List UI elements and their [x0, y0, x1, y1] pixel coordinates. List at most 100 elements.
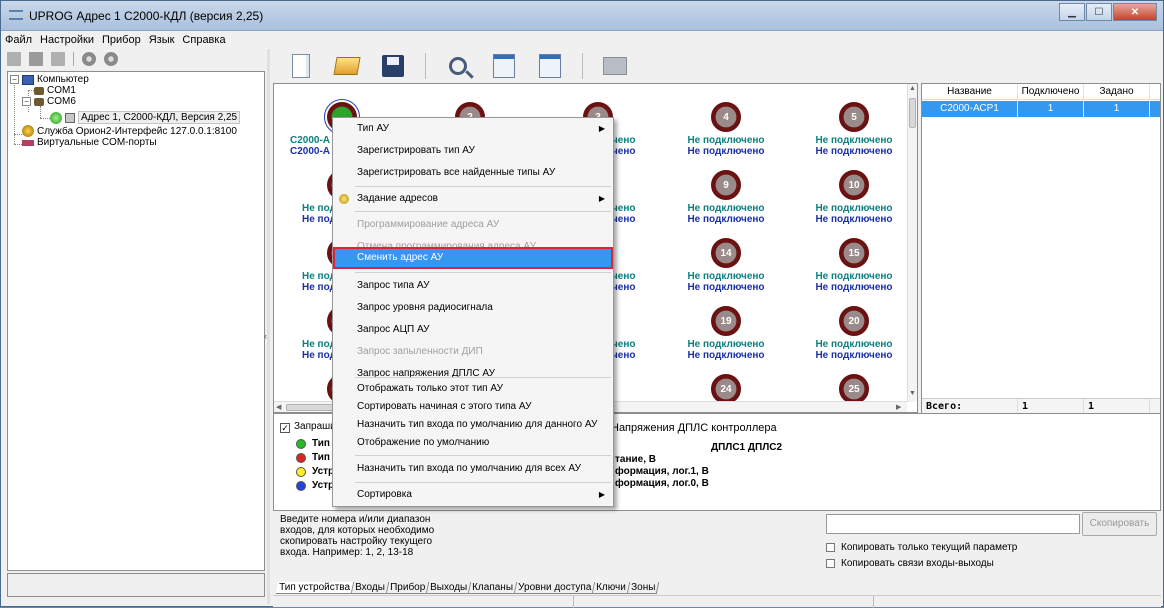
toolbar-separator: [73, 52, 74, 66]
menu-bar: Файл Настройки Прибор Язык Справка: [1, 31, 1163, 48]
save-button[interactable]: [379, 52, 407, 80]
tab-device[interactable]: Прибор: [386, 582, 430, 594]
device-online-icon: [50, 111, 62, 124]
app-icon: [9, 10, 23, 20]
open-button[interactable]: [333, 52, 361, 80]
table-total-row: Всего: 1 1: [922, 398, 1160, 413]
device-9[interactable]: 9 Не подключено Не подключено: [666, 170, 786, 225]
menu-item-sorting[interactable]: Сортировка ▶: [333, 484, 613, 506]
device-24[interactable]: 24: [666, 374, 786, 404]
tree-item-virtual-ports[interactable]: Виртуальные COM-порты: [22, 137, 157, 148]
tab-keys[interactable]: Ключи: [593, 582, 631, 594]
request-checkbox[interactable]: ✓: [280, 423, 290, 433]
device-20[interactable]: 20 Не подключено Не подключено: [794, 306, 914, 361]
menu-settings[interactable]: Настройки: [40, 34, 94, 46]
tree-item-computer[interactable]: − Компьютер: [10, 74, 89, 85]
splitter-arrow-icon[interactable]: ‹: [264, 331, 267, 341]
voltage-title: Напряжения ДПЛС контроллера: [611, 422, 777, 434]
context-menu: Тип АУ ▶ Зарегистрировать тип АУ Зарегист…: [332, 117, 614, 507]
scroll-down-icon[interactable]: ▼: [909, 390, 916, 397]
tab-access-levels[interactable]: Уровни доступа: [514, 582, 596, 594]
key-icon: [339, 194, 349, 204]
computer-icon: [22, 74, 34, 85]
menu-item-request-type[interactable]: Запрос типа АУ: [333, 275, 613, 297]
collapse-icon[interactable]: −: [10, 75, 19, 84]
gear-settings-icon[interactable]: [104, 52, 118, 66]
tree-item-device-1[interactable]: Адрес 1, С2000-КДЛ, Версия 2,25: [50, 111, 241, 124]
collapse-icon[interactable]: −: [22, 97, 31, 106]
column-name[interactable]: Название: [922, 84, 1018, 99]
virtual-port-icon: [22, 139, 34, 146]
vertical-scrollbar[interactable]: ▲ ▼: [907, 84, 917, 402]
main-toolbar: [273, 49, 1161, 83]
device-icon: [65, 112, 75, 123]
scroll-left-icon[interactable]: ◀: [276, 403, 281, 411]
red-dot-icon: [296, 452, 306, 463]
tree-item-com1[interactable]: COM1: [34, 85, 76, 96]
new-button[interactable]: [287, 52, 315, 80]
device-10[interactable]: 10 Не подключено Не подключено: [794, 170, 914, 225]
disconnect-icon[interactable]: [29, 52, 43, 66]
scroll-thumb[interactable]: [909, 98, 916, 128]
tab-zones[interactable]: Зоны: [627, 582, 660, 594]
menu-item-change-address[interactable]: Сменить адрес АУ: [333, 247, 613, 269]
menu-item-register-all-types[interactable]: Зарегистрировать все найденные типы АУ: [333, 162, 613, 184]
column-connected[interactable]: Подключено: [1018, 84, 1084, 99]
search-button[interactable]: [444, 52, 472, 80]
refresh-icon[interactable]: [51, 52, 65, 66]
gear-icon[interactable]: [82, 52, 96, 66]
tab-device-type[interactable]: Тип устройства: [275, 582, 355, 594]
menu-item-request-radio-level[interactable]: Запрос уровня радиосигнала: [333, 297, 613, 319]
tab-valves[interactable]: Клапаны: [468, 582, 518, 594]
tree-item-com6[interactable]: − COM6: [22, 96, 76, 107]
close-button[interactable]: ✕: [1113, 3, 1157, 21]
device-25[interactable]: 25: [794, 374, 914, 404]
maximize-button[interactable]: ☐: [1086, 3, 1112, 21]
device-19[interactable]: 19 Не подключено Не подключено: [666, 306, 786, 361]
blue-dot-icon: [296, 480, 306, 491]
menu-item-set-addresses[interactable]: Задание адресов ▶: [333, 188, 613, 210]
left-status-panel: [7, 573, 265, 597]
menu-device[interactable]: Прибор: [102, 34, 141, 46]
device-button[interactable]: [601, 52, 629, 80]
menu-item-default-input-type-all[interactable]: Назначить тип входа по умолчанию для все…: [333, 458, 613, 480]
voltage-columns: ДПЛС1 ДПЛС2: [711, 442, 783, 453]
table-header: Название Подключено Задано: [922, 84, 1160, 100]
menu-item-default-display[interactable]: Отображение по умолчанию: [333, 432, 613, 454]
scroll-up-icon[interactable]: ▲: [909, 85, 916, 92]
write-config-button[interactable]: [536, 52, 564, 80]
device-15[interactable]: 15 Не подключено Не подключено: [794, 238, 914, 293]
menu-help[interactable]: Справка: [182, 34, 225, 46]
device-4[interactable]: 4 Не подключено Не подключено: [666, 102, 786, 157]
copy-button[interactable]: Скопировать: [1082, 512, 1157, 536]
menu-item-register-type[interactable]: Зарегистрировать тип АУ: [333, 140, 613, 162]
menu-language[interactable]: Язык: [149, 34, 175, 46]
port-icon: [34, 86, 44, 95]
submenu-arrow-icon: ▶: [598, 194, 605, 203]
menu-item-au-type[interactable]: Тип АУ ▶: [333, 118, 613, 140]
copy-current-param-checkbox[interactable]: Копировать только текущий параметр: [826, 542, 1017, 553]
tab-inputs[interactable]: Входы: [351, 582, 390, 594]
menu-item-request-adc[interactable]: Запрос АЦП АУ: [333, 319, 613, 341]
minimize-button[interactable]: ▁: [1059, 3, 1085, 21]
submenu-arrow-icon: ▶: [598, 124, 605, 133]
submenu-arrow-icon: ▶: [598, 490, 605, 499]
tab-outputs[interactable]: Выходы: [426, 582, 472, 594]
device-tree: − Компьютер COM1 − COM6 Адрес 1, С2000-К…: [7, 71, 265, 571]
device-14[interactable]: 14 Не подключено Не подключено: [666, 238, 786, 293]
table-row[interactable]: С2000-АСР1 1 1: [922, 101, 1160, 117]
scroll-right-icon[interactable]: ▶: [896, 403, 901, 411]
title-bar[interactable]: UPROG Адрес 1 С2000-КДЛ (версия 2,25) ▁ …: [1, 1, 1163, 31]
menu-file[interactable]: Файл: [5, 34, 32, 46]
write-config-icon: [539, 54, 561, 78]
read-config-button[interactable]: [490, 52, 518, 80]
column-set[interactable]: Задано: [1084, 84, 1150, 99]
left-toolbar: [7, 49, 265, 69]
copy-inputs-field[interactable]: [826, 514, 1080, 534]
panel-splitter[interactable]: [267, 49, 270, 604]
tree-item-orion-service[interactable]: Служба Орион2-Интерфейс 127.0.0.1:8100: [22, 125, 237, 137]
copy-links-checkbox[interactable]: Копировать связи входы-выходы: [826, 558, 994, 569]
device-5[interactable]: 5 Не подключено Не подключено: [794, 102, 914, 157]
service-icon: [22, 125, 34, 137]
connect-icon[interactable]: [7, 52, 21, 66]
